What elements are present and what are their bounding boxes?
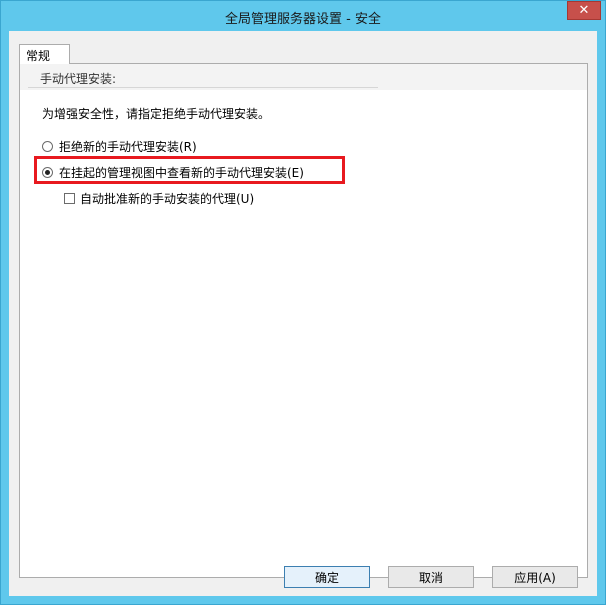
auto-approve-label: 自动批准新的手动安装的代理(U) bbox=[80, 192, 255, 206]
close-icon: ✕ bbox=[578, 3, 590, 18]
section-divider bbox=[28, 87, 378, 88]
auto-approve-checkbox-option[interactable]: 自动批准新的手动安装的代理(U) bbox=[64, 190, 254, 207]
dialog-client: 常规 手动代理安装: 为增强安全性，请指定拒绝手动代理安装。 拒绝新的手动代理安… bbox=[9, 31, 597, 596]
window-title: 全局管理服务器设置 - 安全 bbox=[225, 12, 381, 27]
section-description: 为增强安全性，请指定拒绝手动代理安装。 bbox=[42, 107, 271, 121]
reject-radio-label: 拒绝新的手动代理安装(R) bbox=[59, 140, 197, 154]
dialog-window: 全局管理服务器设置 - 安全 ✕ 常规 手动代理安装: 为增强安全性，请指定拒绝… bbox=[0, 0, 606, 605]
radio-icon[interactable] bbox=[42, 141, 53, 152]
highlight-box bbox=[34, 156, 345, 184]
tab-panel: 手动代理安装: 为增强安全性，请指定拒绝手动代理安装。 拒绝新的手动代理安装(R… bbox=[19, 63, 588, 578]
apply-button[interactable]: 应用(A) bbox=[492, 566, 578, 588]
title-bar[interactable]: 全局管理服务器设置 - 安全 ✕ bbox=[1, 1, 605, 31]
checkbox-icon[interactable] bbox=[64, 193, 75, 204]
close-button[interactable]: ✕ bbox=[567, 1, 601, 20]
section-heading: 手动代理安装: bbox=[40, 72, 117, 86]
cancel-button[interactable]: 取消 bbox=[388, 566, 474, 588]
reject-radio-option[interactable]: 拒绝新的手动代理安装(R) bbox=[42, 138, 197, 155]
tab-general[interactable]: 常规 bbox=[19, 44, 70, 64]
ok-button[interactable]: 确定 bbox=[284, 566, 370, 588]
